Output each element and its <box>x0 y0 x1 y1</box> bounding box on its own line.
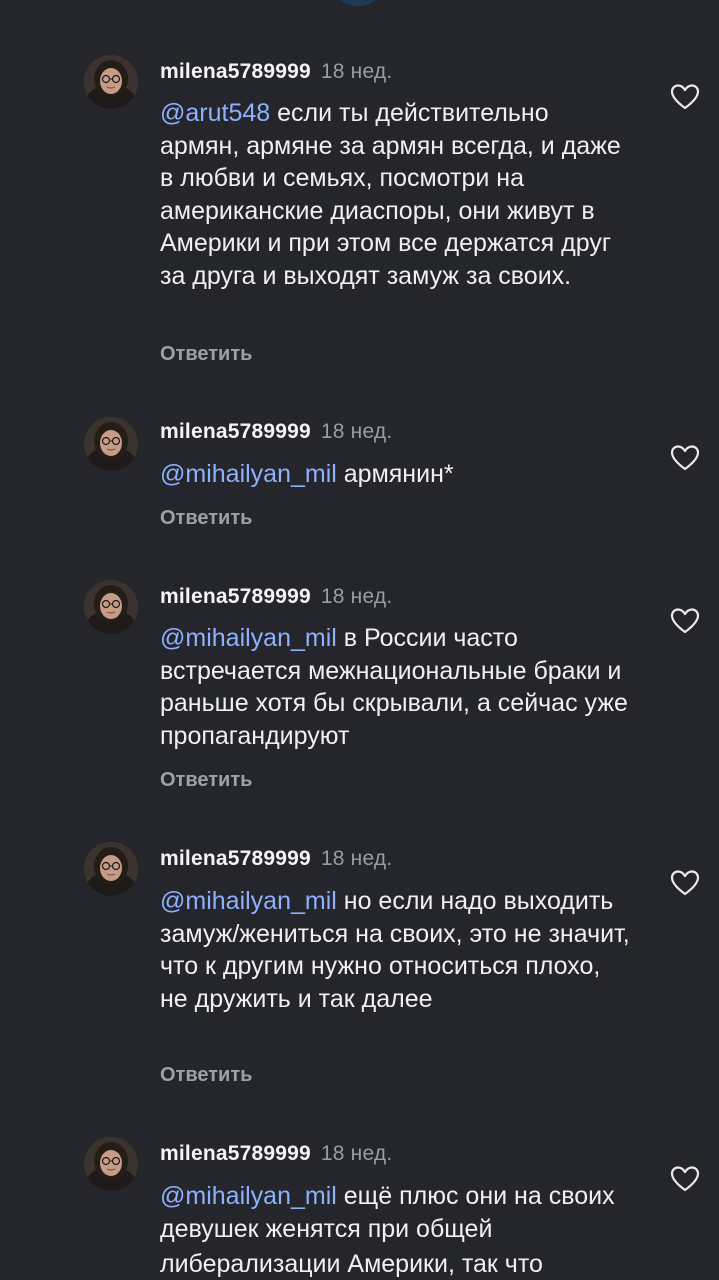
avatar[interactable] <box>84 55 138 109</box>
reply-button[interactable]: Ответить <box>160 769 252 792</box>
heart-outline-icon[interactable] <box>670 444 700 472</box>
comment-text: @mihailyan_mil армянин* <box>160 458 630 491</box>
comment-time: 18 нед. <box>320 1142 393 1165</box>
comment-body: если ты действительно армян, армяне за а… <box>160 99 621 290</box>
comment-text: @arut548 если ты действительно армян, ар… <box>160 97 630 292</box>
comment-text-cut-line: либерализации Америки, так что <box>160 1248 630 1280</box>
comment-username[interactable]: milena5789999 <box>160 585 311 608</box>
comment-time: 18 нед. <box>320 847 393 870</box>
reply-button[interactable]: Ответить <box>160 1064 252 1087</box>
mention-link[interactable]: @arut548 <box>160 99 270 127</box>
comment-text: @mihailyan_mil но если надо выходить зам… <box>160 885 630 1015</box>
comment-time: 18 нед. <box>320 585 393 608</box>
heart-outline-icon[interactable] <box>670 1165 700 1193</box>
heart-outline-icon[interactable] <box>670 83 700 111</box>
mention-link[interactable]: @mihailyan_mil <box>160 887 337 915</box>
partial-avatar-top <box>327 0 389 6</box>
comment-username[interactable]: milena5789999 <box>160 1142 311 1165</box>
heart-outline-icon[interactable] <box>670 869 700 897</box>
heart-outline-icon[interactable] <box>670 607 700 635</box>
comment-time: 18 нед. <box>320 60 393 83</box>
mention-link[interactable]: @mihailyan_mil <box>160 624 337 652</box>
avatar[interactable] <box>84 417 138 471</box>
comment-body: армянин* <box>336 460 454 488</box>
comment-username[interactable]: milena5789999 <box>160 420 311 443</box>
avatar[interactable] <box>84 580 138 634</box>
avatar[interactable] <box>84 1137 138 1191</box>
comment-body-continued: либерализации Америки, так что <box>160 1250 543 1278</box>
mention-link[interactable]: @mihailyan_mil <box>160 460 337 488</box>
comment-text: @mihailyan_mil в России часто встречаетс… <box>160 622 630 752</box>
reply-button[interactable]: Ответить <box>160 343 252 366</box>
comment-text: @mihailyan_mil ещё плюс они на своих дев… <box>160 1180 630 1245</box>
comment-username[interactable]: milena5789999 <box>160 60 311 83</box>
comment-username[interactable]: milena5789999 <box>160 847 311 870</box>
mention-link[interactable]: @mihailyan_mil <box>160 1182 337 1210</box>
avatar[interactable] <box>84 842 138 896</box>
reply-button[interactable]: Ответить <box>160 507 252 530</box>
comment-time: 18 нед. <box>320 420 393 443</box>
